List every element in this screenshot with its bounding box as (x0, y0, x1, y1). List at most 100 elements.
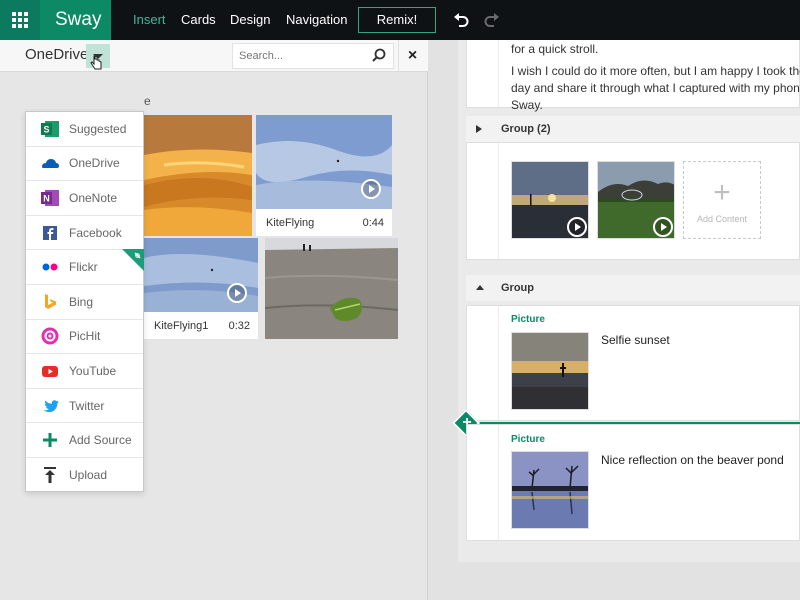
onedrive-icon (42, 159, 59, 169)
close-pane-button[interactable]: × (398, 40, 426, 72)
picture-card[interactable]: Picture Selfie sunset (466, 305, 800, 421)
storyline-pane: for a quick stroll. I wish I could do it… (428, 40, 800, 600)
card-title: Nice reflection on the beaver pond (601, 453, 784, 467)
menu-item-add-source[interactable]: Add Source (26, 423, 143, 458)
menu-item-label: Facebook (69, 225, 122, 240)
menu-item-label: Suggested (69, 121, 127, 136)
play-icon[interactable] (361, 179, 381, 199)
media-duration: 0:32 (228, 320, 250, 332)
menu-item-youtube[interactable]: YouTube (26, 354, 143, 389)
menu-item-pichit[interactable]: PicHit (26, 320, 143, 355)
card-gutter (467, 425, 499, 540)
search-input[interactable] (233, 44, 363, 68)
play-icon[interactable] (227, 283, 247, 303)
text-card[interactable]: for a quick stroll. I wish I could do it… (466, 40, 800, 112)
group-card[interactable]: + Add Content (466, 142, 800, 260)
menu-item-upload[interactable]: Upload (26, 458, 143, 493)
picture-card[interactable]: Picture Nice reflection on the beaver po… (466, 424, 800, 541)
menu-item-bing[interactable]: Bing (26, 285, 143, 320)
menu-item-label: YouTube (69, 363, 117, 378)
svg-text:N: N (43, 193, 50, 203)
text-line: I wish I could do it more often, but I a… (511, 64, 800, 78)
card-type-label: Picture (511, 314, 545, 325)
menu-item-label: Twitter (69, 398, 105, 413)
text-line: day and share it through what I captured… (511, 81, 800, 95)
pichit-icon (41, 327, 59, 345)
tab-design[interactable]: Design (230, 0, 270, 40)
group-image-2[interactable] (597, 161, 675, 239)
menu-item-onenote[interactable]: N OneNote (26, 181, 143, 216)
section-label: e (144, 94, 151, 108)
menu-item-flickr[interactable]: Flickr (26, 249, 144, 285)
card-title: Selfie sunset (601, 333, 670, 347)
group-header-expanded[interactable]: Group (466, 275, 800, 301)
bing-icon (45, 293, 56, 309)
app-brand: Sway (40, 0, 111, 40)
chevron-right-icon[interactable] (476, 125, 482, 133)
search-box (232, 43, 394, 69)
insert-pane-header: OneDrive × (0, 40, 428, 72)
undo-icon[interactable] (452, 11, 470, 29)
media-tile-beach[interactable] (265, 238, 398, 339)
hand-cursor-icon (90, 55, 102, 70)
menu-item-label: Add Source (69, 433, 132, 448)
tab-cards[interactable]: Cards (181, 0, 216, 40)
source-title[interactable]: OneDrive (25, 46, 88, 63)
app-launcher-button[interactable] (0, 0, 40, 40)
media-duration: 0:44 (362, 217, 384, 229)
plus-icon (43, 433, 57, 448)
sway-app: Sway Insert Cards Design Navigation Remi… (0, 0, 800, 600)
menu-item-facebook[interactable]: Facebook (26, 216, 143, 251)
top-bar: Sway Insert Cards Design Navigation Remi… (0, 0, 800, 40)
beaver-pond-image (512, 452, 588, 528)
card-type-label: Picture (511, 434, 545, 445)
onenote-icon: N (41, 189, 59, 206)
youtube-icon (42, 365, 58, 377)
menu-item-suggested[interactable]: S Suggested (26, 112, 143, 147)
media-tile-kiteflying1[interactable]: KiteFlying1 0:32 (144, 238, 258, 339)
menu-item-label: OneDrive (69, 156, 120, 171)
menu-item-label: Bing (69, 294, 94, 309)
plus-icon: + (713, 176, 731, 209)
media-name: KiteFlying (266, 217, 315, 229)
source-dropdown-menu: S Suggested OneDrive N OneNote Facebook … (25, 111, 144, 492)
tab-navigation[interactable]: Navigation (286, 0, 347, 40)
twitter-icon (43, 399, 59, 412)
card-gutter (467, 306, 499, 420)
menu-item-label: Flickr (69, 260, 98, 275)
menu-item-label: PicHit (69, 329, 101, 344)
group-image-1[interactable] (511, 161, 589, 239)
search-icon[interactable] (371, 48, 387, 64)
group-label: Group (2) (501, 123, 551, 135)
suggested-icon: S (41, 120, 59, 137)
media-name: KiteFlying1 (154, 320, 209, 332)
card-image[interactable] (511, 451, 589, 529)
upload-icon (44, 467, 56, 484)
play-icon[interactable] (567, 217, 587, 237)
play-icon[interactable] (653, 217, 673, 237)
menu-item-label: OneNote (69, 190, 118, 205)
redo-icon[interactable] (483, 11, 501, 29)
add-content-label: Add Content (696, 214, 748, 224)
media-tile-kiteflying[interactable]: KiteFlying 0:44 (256, 115, 392, 236)
waffle-icon (12, 12, 28, 28)
media-tile-sunset[interactable] (144, 115, 252, 236)
pin-badge-icon (122, 249, 144, 272)
insert-pane: OneDrive × e (0, 40, 428, 600)
facebook-icon (43, 225, 57, 240)
remix-button[interactable]: Remix! (358, 7, 436, 33)
menu-item-twitter[interactable]: Twitter (26, 389, 143, 424)
beach-image (265, 238, 398, 339)
menu-item-onedrive[interactable]: OneDrive (26, 147, 143, 182)
add-content-button[interactable]: + Add Content (683, 161, 761, 239)
group-header-collapsed[interactable]: Group (2) (466, 116, 800, 142)
card-image[interactable] (511, 332, 589, 410)
group-label: Group (501, 282, 534, 294)
card-gutter (467, 143, 499, 259)
source-dropdown-button[interactable] (86, 44, 110, 70)
svg-text:S: S (43, 124, 49, 134)
chevron-up-icon[interactable] (476, 285, 484, 290)
tab-insert[interactable]: Insert (133, 0, 166, 40)
menu-item-label: Upload (69, 468, 108, 483)
text-line: Sway. (511, 98, 543, 112)
